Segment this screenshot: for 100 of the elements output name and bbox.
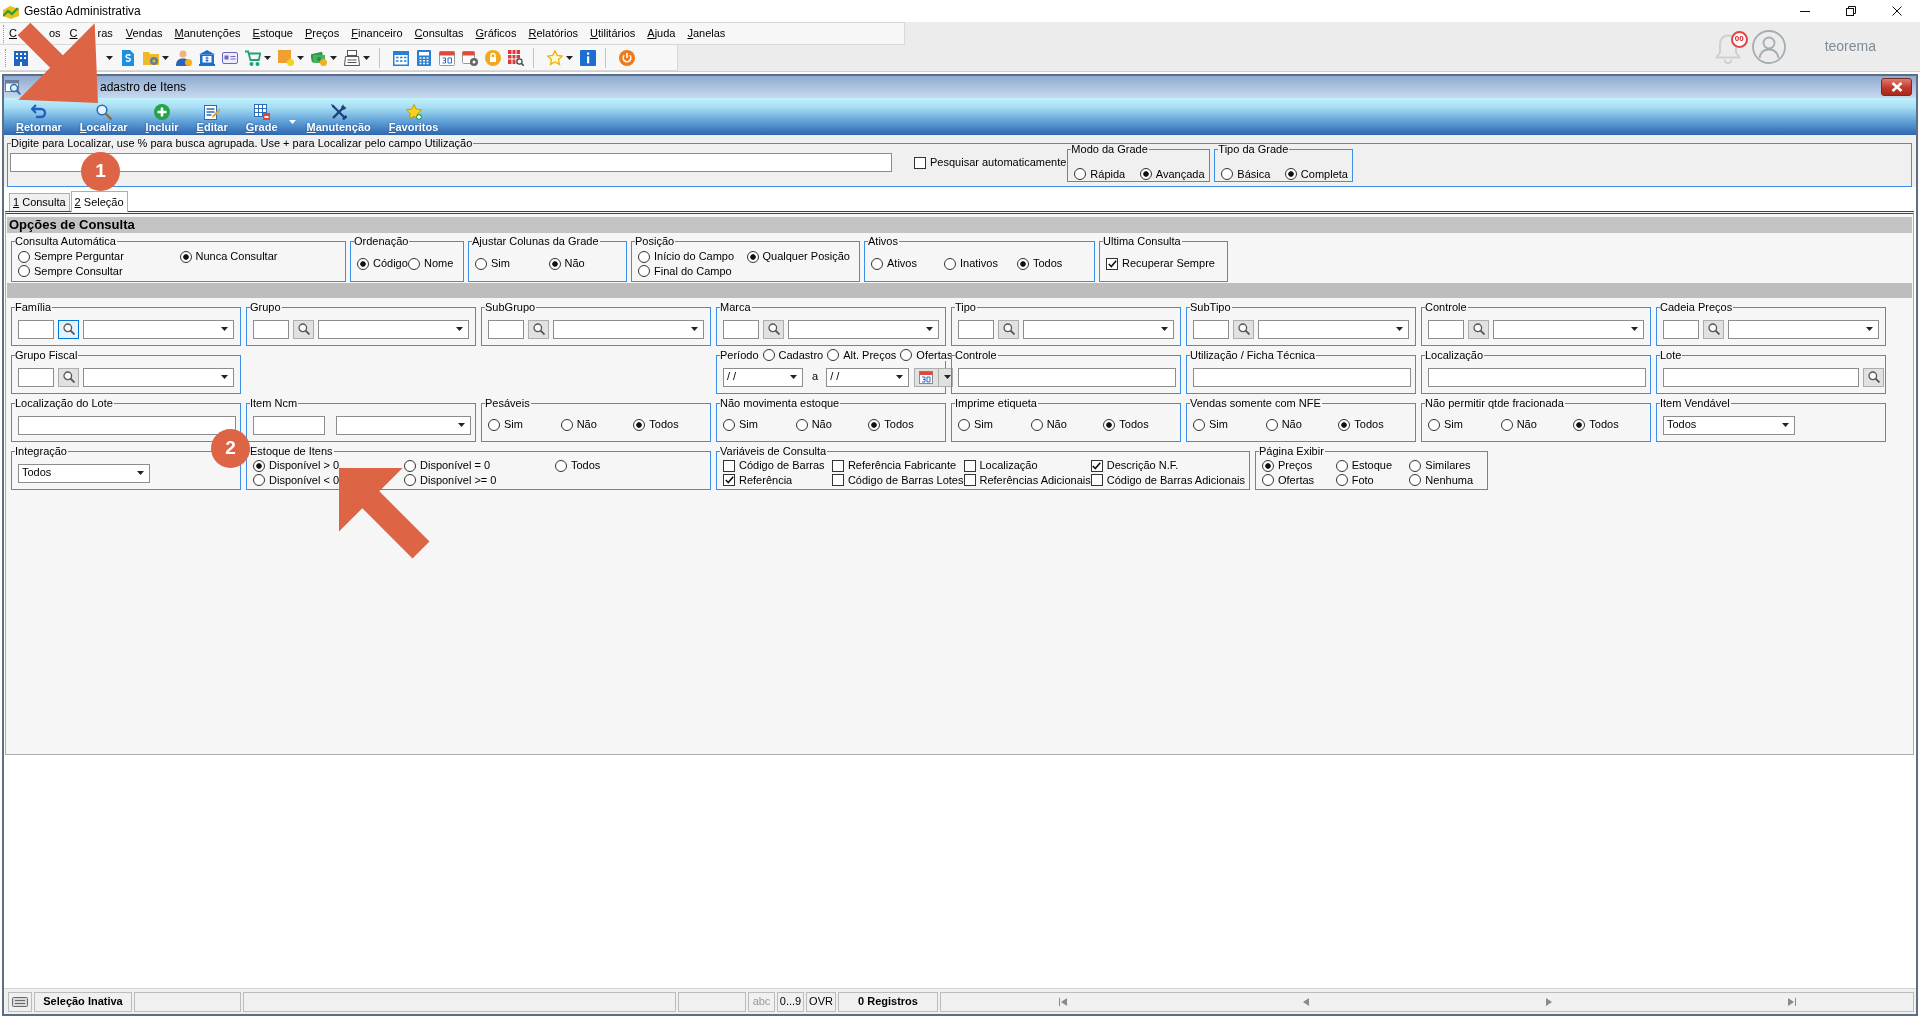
option-label[interactable]: Sim <box>1444 418 1463 432</box>
radio-button[interactable] <box>1284 168 1297 181</box>
dropdown-arrow-icon[interactable] <box>926 327 933 331</box>
radio-button[interactable] <box>1335 459 1348 472</box>
toolbar-button[interactable]: Editar <box>187 104 237 135</box>
option-label[interactable]: Disponível = 0 <box>420 459 490 473</box>
text-field[interactable] <box>18 367 54 387</box>
radio-button[interactable] <box>1074 168 1087 181</box>
option-label[interactable]: Todos <box>884 418 914 432</box>
checkbox[interactable] <box>963 474 976 487</box>
radio-button[interactable] <box>179 250 192 263</box>
option-label[interactable]: Ativos <box>887 257 917 271</box>
radio-button[interactable] <box>404 474 416 487</box>
toolbar-button[interactable]: Favoritos <box>379 104 448 135</box>
menu-item[interactable]: Preços <box>298 26 346 41</box>
option-label[interactable]: Recuperar Sempre <box>1122 257 1215 271</box>
cash-register-icon[interactable] <box>344 49 360 66</box>
table-search-icon[interactable] <box>508 49 524 66</box>
building-icon[interactable] <box>13 49 29 66</box>
radio-button[interactable] <box>795 419 808 431</box>
radio-button[interactable] <box>488 419 500 431</box>
radio-button[interactable] <box>1262 474 1274 487</box>
menu-item[interactable]: C <box>9 26 17 41</box>
option-label[interactable]: Todos <box>1354 418 1384 432</box>
option-label[interactable]: Final do Campo <box>654 264 732 278</box>
option-label[interactable]: Disponível > 0 <box>269 459 339 473</box>
toolbar-button[interactable]: Manutenção <box>297 104 380 135</box>
caret-icon[interactable] <box>297 55 304 60</box>
option-label[interactable]: Todos <box>649 418 679 432</box>
dropdown-arrow-icon[interactable] <box>1161 327 1168 331</box>
calendar-icon[interactable] <box>439 49 455 66</box>
first-record-icon[interactable] <box>1058 997 1067 1006</box>
radio-button[interactable] <box>746 250 759 263</box>
radio-button[interactable] <box>1193 419 1205 431</box>
money-icon[interactable] <box>311 49 327 66</box>
checkbox[interactable] <box>1090 459 1103 472</box>
dropdown-arrow-icon[interactable] <box>1866 327 1873 331</box>
radio-button[interactable] <box>1573 419 1586 431</box>
dropdown-field[interactable]: Todos <box>1663 415 1795 435</box>
radio-button[interactable] <box>1265 419 1278 431</box>
dropdown-arrow-icon[interactable] <box>1631 327 1638 331</box>
radio-button[interactable] <box>1262 459 1274 472</box>
radio-button[interactable] <box>871 258 883 270</box>
radio-button[interactable] <box>548 258 561 270</box>
option-label[interactable]: Nenhuma <box>1425 473 1474 487</box>
radio-button[interactable] <box>1409 459 1422 472</box>
dropdown-field[interactable] <box>1728 319 1879 339</box>
menu-item[interactable]: Estoque <box>246 26 299 41</box>
close-icon[interactable] <box>1892 6 1902 16</box>
option-label[interactable]: Sempre Consultar <box>34 264 123 278</box>
radio-button[interactable] <box>900 349 913 361</box>
dropdown-field[interactable] <box>1023 319 1174 339</box>
dropdown-field[interactable] <box>788 319 939 339</box>
radio-button[interactable] <box>1338 419 1351 431</box>
option-label[interactable]: Ofertas <box>1278 473 1315 487</box>
menu-item[interactable]: Relatórios <box>522 26 585 41</box>
text-field[interactable] <box>488 319 524 339</box>
radio-button[interactable] <box>1139 168 1152 181</box>
option-label[interactable]: Cadastro <box>778 349 824 361</box>
option-label[interactable]: Avançada <box>1155 167 1205 181</box>
option-label[interactable]: Alt. Preços <box>843 349 897 361</box>
tools-icon[interactable] <box>330 104 347 120</box>
radio-button[interactable] <box>253 474 265 487</box>
radio-button[interactable] <box>560 419 573 431</box>
checkbox[interactable] <box>723 459 735 472</box>
menu-item[interactable]: Utilitários <box>584 26 642 41</box>
option-label[interactable]: Referências Adicionais <box>979 473 1091 487</box>
dropdown-arrow-icon[interactable] <box>1782 423 1789 427</box>
radio-button[interactable] <box>1500 419 1513 431</box>
close-button[interactable] <box>1881 78 1912 96</box>
radio-button[interactable] <box>475 258 487 270</box>
option-label[interactable]: Todos <box>1033 257 1063 271</box>
option-label[interactable]: Preços <box>1278 459 1313 473</box>
caret-icon[interactable] <box>944 375 952 379</box>
dropdown-field[interactable] <box>83 367 234 387</box>
option-label[interactable]: Não <box>811 418 832 432</box>
option-label[interactable]: Nome <box>424 257 454 271</box>
dropdown-field[interactable] <box>318 319 469 339</box>
dropdown-field[interactable]: Todos <box>18 463 150 483</box>
text-field[interactable] <box>958 319 994 339</box>
option-label[interactable]: Referência Fabricante <box>847 459 957 473</box>
radio-button[interactable] <box>357 258 369 270</box>
text-field[interactable] <box>1663 319 1699 339</box>
add-icon[interactable] <box>154 104 171 120</box>
radio-button[interactable] <box>958 419 970 431</box>
menu-item[interactable]: C <box>69 26 78 41</box>
bank-icon[interactable] <box>199 49 215 66</box>
last-record-icon[interactable] <box>1787 997 1796 1006</box>
radio-button[interactable] <box>827 349 840 361</box>
radio-button[interactable] <box>1409 474 1422 487</box>
menu-item[interactable]: Financeiro <box>345 26 409 41</box>
option-label[interactable]: Rápida <box>1090 167 1126 181</box>
dropdown-arrow-icon[interactable] <box>221 375 228 379</box>
dropdown-field[interactable] <box>336 415 471 435</box>
option-label[interactable]: Sempre Perguntar <box>34 250 124 264</box>
dropdown-arrow-icon[interactable] <box>137 471 144 475</box>
dropdown-arrow-icon[interactable] <box>896 375 904 379</box>
next-record-icon[interactable] <box>1544 997 1553 1006</box>
star-icon[interactable] <box>405 104 422 120</box>
return-arrow-icon[interactable] <box>30 104 47 120</box>
